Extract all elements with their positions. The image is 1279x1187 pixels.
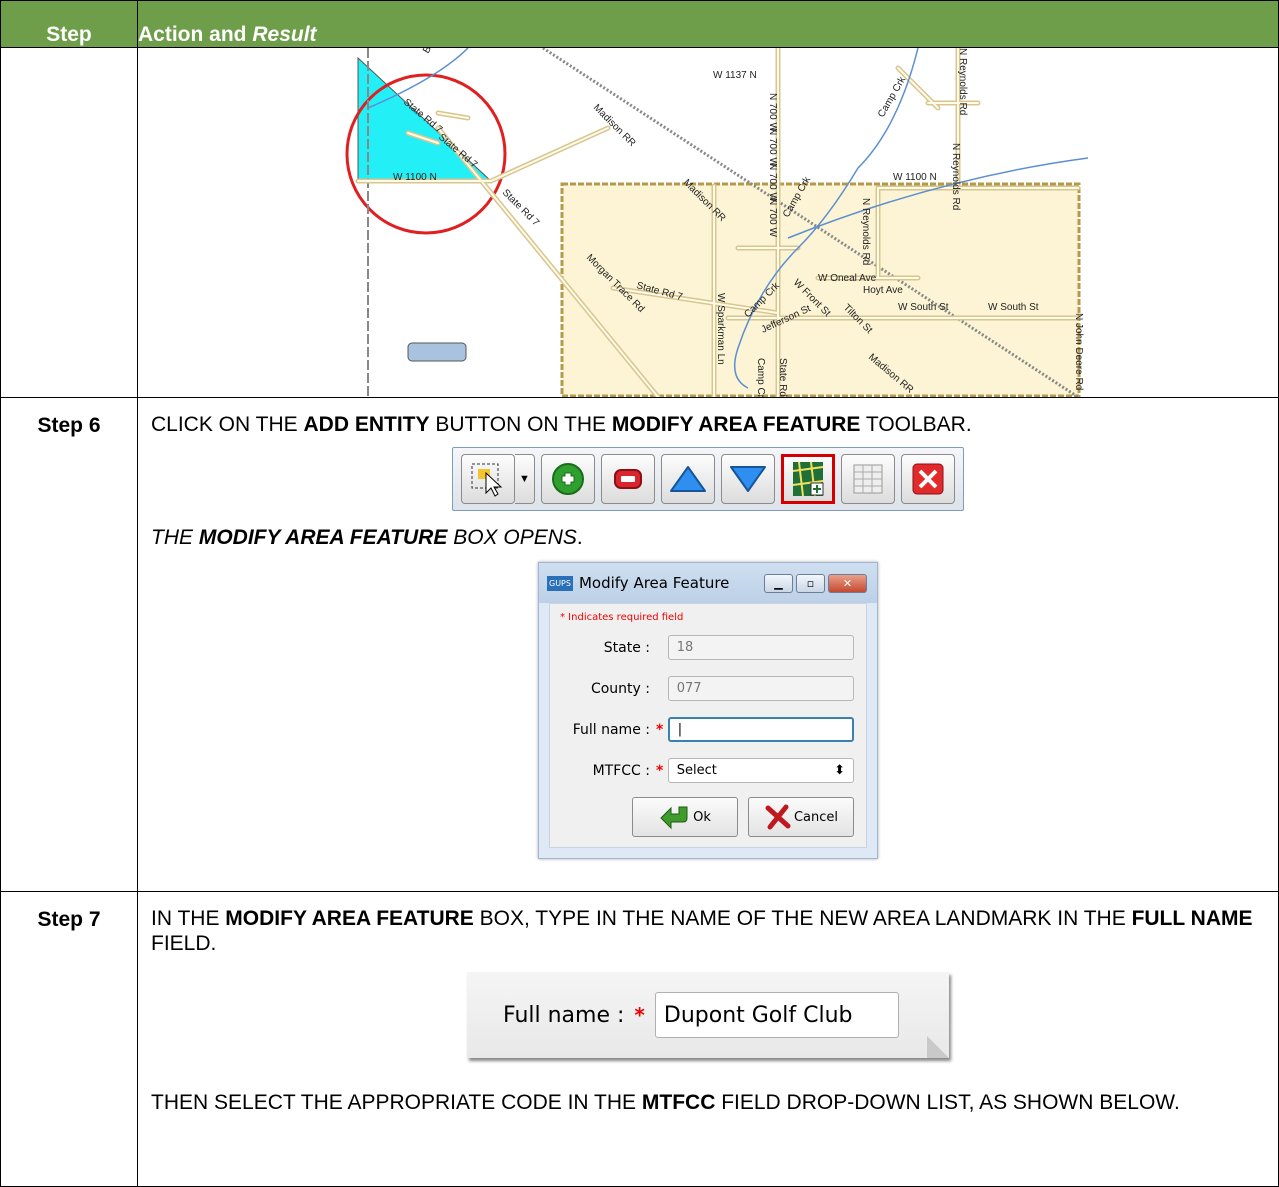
move-down-button[interactable] — [721, 454, 775, 504]
map-label: N Reynolds Rd — [860, 198, 871, 265]
step-number: Step 7 — [0, 891, 138, 1187]
maximize-icon: ▫ — [806, 576, 815, 590]
page-curl — [927, 1036, 949, 1058]
add-entity-icon — [792, 461, 824, 497]
ok-button[interactable]: Ok — [632, 797, 738, 837]
modify-area-feature-dialog: GUPS Modify Area Feature ▁ ▫ ✕ * Indicat… — [538, 562, 878, 859]
dialog-title: Modify Area Feature — [578, 574, 730, 592]
add-plus-icon — [552, 463, 584, 495]
step6-result: THE MODIFY AREA FEATURE BOX OPENS. — [151, 526, 583, 549]
county-field: 077 — [667, 676, 854, 701]
fullname-input[interactable]: | — [667, 717, 854, 742]
map-label: W 1100 N — [893, 172, 937, 183]
required-note: * Indicates required field — [560, 612, 684, 623]
add-button[interactable] — [541, 454, 595, 504]
ok-arrow-icon — [660, 806, 688, 830]
add-entity-button[interactable] — [781, 454, 835, 504]
map-label: W 1137 N — [713, 70, 757, 81]
step7-content: IN THE MODIFY AREA FEATURE BOX, TYPE IN … — [137, 891, 1279, 1187]
dialog-buttons: Ok Cancel — [560, 797, 854, 837]
map-label: State Rd 7 — [777, 358, 788, 397]
select-tool-button[interactable] — [461, 454, 515, 504]
maximize-button[interactable]: ▫ — [796, 573, 825, 593]
fullname-row: Full name : * | — [560, 709, 854, 750]
move-up-button[interactable] — [661, 454, 715, 504]
step6-instruction: CLICK ON THE ADD ENTITY BUTTON ON THE MO… — [151, 413, 972, 436]
state-field: 18 — [667, 635, 854, 660]
cancel-button[interactable]: Cancel — [748, 797, 854, 837]
map-label: W Oneal Ave — [818, 273, 877, 284]
app-logo-icon: GUPS — [547, 575, 573, 591]
map-label: N 700 W — [767, 93, 778, 132]
zoom-fullname-label: Full name : — [503, 1002, 625, 1028]
dialog-body: * Indicates required field State : 18 Co… — [549, 603, 867, 848]
zoom-wrap: Full name : * Dupont Golf Club — [138, 972, 1278, 1058]
table-header-row: Step Action and Result — [0, 0, 1279, 48]
minimize-button[interactable]: ▁ — [764, 573, 793, 593]
map-label: W Sparkman Ln — [715, 293, 726, 365]
mtfcc-label: MTFCC : — [592, 762, 650, 779]
required-star: * — [656, 762, 664, 779]
table-row-step6: Step 6 CLICK ON THE ADD ENTITY BUTTON ON… — [0, 397, 1279, 892]
window-close-button[interactable]: ✕ — [828, 573, 867, 593]
attribute-table-icon — [853, 464, 883, 494]
zoom-required-star: * — [634, 1003, 645, 1027]
map-label: W South St — [988, 302, 1039, 313]
close-icon: ✕ — [842, 576, 853, 590]
dropdown-arrow-icon: ▼ — [519, 473, 530, 485]
water-body — [407, 342, 467, 362]
dialog-titlebar: GUPS Modify Area Feature ▁ ▫ ✕ — [539, 563, 877, 603]
map-label: N 700 W — [767, 198, 778, 237]
required-star: * — [655, 721, 664, 738]
select-tool-dropdown[interactable]: ▼ — [515, 454, 535, 504]
close-toolbar-button[interactable] — [901, 454, 955, 504]
move-up-icon — [670, 466, 706, 492]
map-label: W South St — [898, 302, 949, 313]
map-label: N 700 W — [767, 163, 778, 202]
county-label: County : — [590, 680, 650, 697]
empty-step-cell — [0, 47, 138, 398]
table-row-map: W 1137 N Madison RR State Rd 7 State Rd 7 St… — [0, 47, 1279, 398]
map-label: N Reynolds Rd — [957, 48, 968, 115]
move-down-icon — [730, 466, 766, 492]
toolbar-wrap: ▼ — [138, 447, 1278, 511]
map-label: N 700 W — [767, 128, 778, 167]
step6-content: CLICK ON THE ADD ENTITY BUTTON ON THE MO… — [137, 397, 1279, 892]
attribute-table-button[interactable] — [841, 454, 895, 504]
select-tool-icon — [471, 463, 503, 497]
column-header-action: Action and Result — [137, 0, 1279, 48]
map-label: N John Deere Rd — [1073, 313, 1084, 390]
fullname-label: Full name : — [572, 721, 650, 738]
modify-area-feature-toolbar: ▼ — [452, 447, 964, 511]
fullname-zoom-image: Full name : * Dupont Golf Club — [467, 972, 949, 1058]
zoom-fullname-input: Dupont Golf Club — [654, 992, 899, 1038]
state-row: State : 18 — [560, 627, 854, 668]
map-label: Camp Crk — [755, 358, 766, 397]
map-cell: W 1137 N Madison RR State Rd 7 State Rd 7 St… — [137, 47, 1279, 398]
remove-button[interactable] — [601, 454, 655, 504]
step-number: Step 6 — [0, 397, 138, 892]
close-x-icon — [912, 463, 944, 495]
step7-instruction-2: THEN SELECT THE APPROPRIATE CODE IN THE … — [151, 1091, 1180, 1114]
table-row-step7: Step 7 IN THE MODIFY AREA FEATURE BOX, T… — [0, 891, 1279, 1187]
mtfcc-select[interactable]: Select ⬍ — [667, 758, 854, 783]
map-label: N Reynolds Rd — [950, 143, 961, 210]
county-row: County : 077 — [560, 668, 854, 709]
updown-arrow-icon: ⬍ — [834, 763, 845, 778]
step7-instruction: IN THE MODIFY AREA FEATURE BOX, TYPE IN … — [151, 907, 1253, 955]
map-image: W 1137 NMadison RRState Rd 7State Rd 7St… — [138, 48, 1278, 397]
window-controls: ▁ ▫ ✕ — [764, 573, 867, 593]
instruction-table: Step Action and Result W 1137 N Madison R… — [0, 0, 1279, 1187]
map-label: W 1100 N — [393, 172, 437, 183]
column-header-step: Step — [0, 0, 138, 48]
mtfcc-row: MTFCC : * Select ⬍ — [560, 750, 854, 791]
remove-minus-icon — [614, 469, 642, 489]
map-label: Hoyt Ave — [863, 285, 903, 296]
cancel-x-icon — [765, 804, 791, 830]
minimize-icon: ▁ — [774, 576, 783, 590]
state-label: State : — [603, 639, 650, 656]
dialog-wrap: GUPS Modify Area Feature ▁ ▫ ✕ * Indicat… — [138, 562, 1278, 859]
